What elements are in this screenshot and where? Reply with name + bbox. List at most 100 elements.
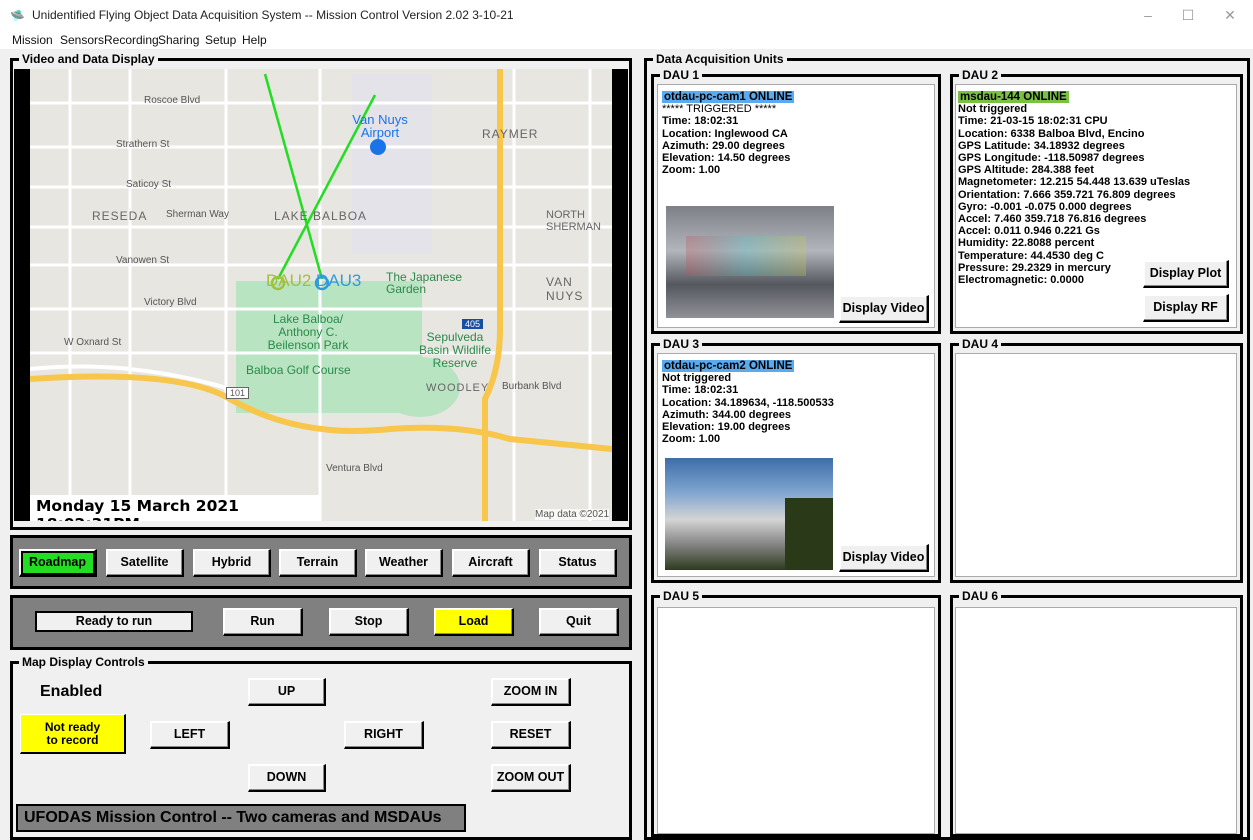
menu-bar: Mission Sensors Recording Sharing Setup … [0, 31, 1253, 49]
dau2-line-12: Humidity: 22.8088 percent [958, 237, 1095, 250]
dau2-line-2: Time: 21-03-15 18:02:31 CPU [958, 115, 1108, 128]
dau2-line-8: Orientation: 7.666 359.721 76.809 degree… [958, 188, 1176, 201]
left-button[interactable]: LEFT [150, 721, 230, 749]
menu-sensors[interactable]: Sensors [60, 33, 104, 47]
load-button[interactable]: Load [434, 608, 514, 636]
weather-button[interactable]: Weather [365, 549, 443, 577]
title-bar: 🛸 Unidentified Flying Object Data Acquis… [0, 0, 1253, 31]
window-title: Unidentified Flying Object Data Acquisit… [32, 8, 514, 22]
app-icon: 🛸 [10, 9, 25, 23]
dau2-line-7: Magnetometer: 12.215 54.448 13.639 uTesl… [958, 176, 1191, 189]
dau2-panel: msdau-144 ONLINE Not triggered Time: 21-… [955, 84, 1237, 328]
reset-button[interactable]: RESET [491, 721, 571, 749]
menu-sharing[interactable]: Sharing [158, 33, 199, 47]
dau4-panel [955, 353, 1237, 577]
mission-banner: UFODAS Mission Control -- Two cameras an… [16, 804, 466, 832]
dau-panel-label: Data Acquisition Units [653, 53, 787, 65]
dau2-label: DAU 2 [959, 69, 1002, 81]
dau1-text: otdau-pc-cam1 ONLINE ***** TRIGGERED ***… [662, 91, 795, 177]
video-panel-label: Video and Data Display [19, 53, 158, 65]
dau3-line-6: Zoom: 1.00 [662, 433, 721, 446]
map-label-405-shield: 405 [462, 319, 484, 329]
status-button[interactable]: Status [539, 549, 617, 577]
run-control-bar: Ready to run Run Stop Load Quit [10, 595, 632, 650]
satellite-button[interactable]: Satellite [106, 549, 184, 577]
map-label-sherman-way: Sherman Way [166, 209, 229, 220]
map-label-roscoe: Roscoe Blvd [144, 95, 201, 106]
dau3-line-3: Location: 34.189634, -118.500533 [662, 396, 834, 409]
dau1-line-3: Location: Inglewood CA [662, 127, 788, 140]
map-label-victory: Victory Blvd [144, 297, 197, 308]
map-label-airport: Van Nuys Airport [352, 112, 408, 140]
minimize-button[interactable]: – [1128, 4, 1168, 26]
dau3-header: otdau-pc-cam2 ONLINE [662, 360, 795, 373]
map-marker-dau3: DAU3 [316, 271, 362, 290]
map-label-lake-balboa-park: Lake Balboa/ Anthony C. Beilenson Park [267, 312, 349, 352]
menu-help[interactable]: Help [242, 33, 267, 47]
dau1-display-video-button[interactable]: Display Video [839, 295, 929, 323]
video-left-border [14, 69, 30, 521]
dau2-line-1: Not triggered [958, 103, 1028, 116]
menu-setup[interactable]: Setup [205, 33, 236, 47]
map-type-bar: Roadmap Satellite Hybrid Terrain Weather… [10, 535, 632, 589]
dau1-header: otdau-pc-cam1 ONLINE [662, 91, 795, 104]
stop-button[interactable]: Stop [329, 608, 409, 636]
dau5-panel [657, 607, 935, 834]
right-button[interactable]: RIGHT [344, 721, 424, 749]
dau3-panel: otdau-pc-cam2 ONLINE Not triggered Time:… [657, 353, 935, 577]
quit-button[interactable]: Quit [539, 608, 619, 636]
dau1-video-thumbnail[interactable] [666, 206, 834, 318]
dau3-line-1: Not triggered [662, 372, 732, 385]
dau3-line-4: Azimuth: 344.00 degrees [662, 408, 791, 421]
map-label-sepulveda: Sepulveda Basin Wildlife Reserve [418, 330, 492, 370]
terrain-button[interactable]: Terrain [279, 549, 357, 577]
hybrid-button[interactable]: Hybrid [193, 549, 271, 577]
map-view[interactable]: Van Nuys Airport RAYMER RESEDA LAKE BALB… [30, 69, 612, 521]
maximize-button[interactable]: ☐ [1168, 4, 1208, 26]
map-label-101-shield: 101 [226, 387, 250, 399]
timestamp: Monday 15 March 2021 18:02:31PM [36, 497, 239, 521]
dau6-label: DAU 6 [959, 590, 1002, 602]
map-label-van-nuys: VAN NUYS [546, 275, 584, 303]
dau1-line-4: Azimuth: 29.00 degrees [662, 139, 785, 152]
map-label-woodley: WOODLEY [426, 382, 490, 394]
dau2-line-4: GPS Latitude: 34.18932 degrees [958, 139, 1125, 152]
dau1-line-6: Zoom: 1.00 [662, 164, 721, 177]
dau1-panel: otdau-pc-cam1 ONLINE ***** TRIGGERED ***… [657, 84, 935, 328]
map-label-oxnard: W Oxnard St [64, 337, 122, 348]
video-right-border [612, 69, 628, 521]
aircraft-button[interactable]: Aircraft [452, 549, 530, 577]
zoom-in-button[interactable]: ZOOM IN [491, 678, 571, 706]
map-marker-dau2: DAU2 [266, 271, 312, 290]
menu-recording[interactable]: Recording [104, 33, 159, 47]
run-button[interactable]: Run [223, 608, 303, 636]
map-label-saticoy: Saticoy St [126, 179, 172, 190]
dau2-text: msdau-144 ONLINE Not triggered Time: 21-… [958, 91, 1190, 286]
down-button[interactable]: DOWN [248, 764, 326, 792]
menu-mission[interactable]: Mission [12, 33, 53, 47]
up-button[interactable]: UP [248, 678, 326, 706]
dau2-display-rf-button[interactable]: Display RF [1143, 294, 1229, 322]
dau2-display-plot-button[interactable]: Display Plot [1143, 260, 1229, 288]
dau3-video-thumbnail[interactable] [665, 458, 833, 570]
close-button[interactable]: ✕ [1210, 4, 1250, 26]
dau2-line-5: GPS Longitude: -118.50987 degrees [958, 152, 1145, 165]
dau1-line-1: ***** TRIGGERED ***** [662, 103, 777, 116]
map-label-lake-balboa: LAKE BALBOA [274, 209, 368, 223]
dau1-line-2: Time: 18:02:31 [662, 115, 739, 128]
zoom-out-button[interactable]: ZOOM OUT [491, 764, 571, 792]
dau3-line-5: Elevation: 19.00 degrees [662, 421, 791, 434]
roadmap-button[interactable]: Roadmap [19, 549, 97, 577]
dau3-text: otdau-pc-cam2 ONLINE Not triggered Time:… [662, 360, 834, 445]
dau2-line-11: Accel: 0.011 0.946 0.221 Gs [958, 225, 1100, 238]
map-label-strathern: Strathern St [116, 139, 170, 150]
dau3-display-video-button[interactable]: Display Video [839, 544, 929, 572]
dau2-line-10: Accel: 7.460 359.718 76.816 degrees [958, 213, 1147, 226]
timestamp-box: Monday 15 March 2021 18:02:31PM [30, 495, 320, 521]
map-label-raymer: RAYMER [482, 127, 539, 141]
run-status-field: Ready to run [35, 611, 193, 632]
map-label-ventura: Ventura Blvd [326, 463, 383, 474]
map-controls-label: Map Display Controls [19, 656, 148, 668]
enabled-label: Enabled [40, 683, 103, 700]
map-label-burbank: Burbank Blvd [502, 381, 562, 392]
